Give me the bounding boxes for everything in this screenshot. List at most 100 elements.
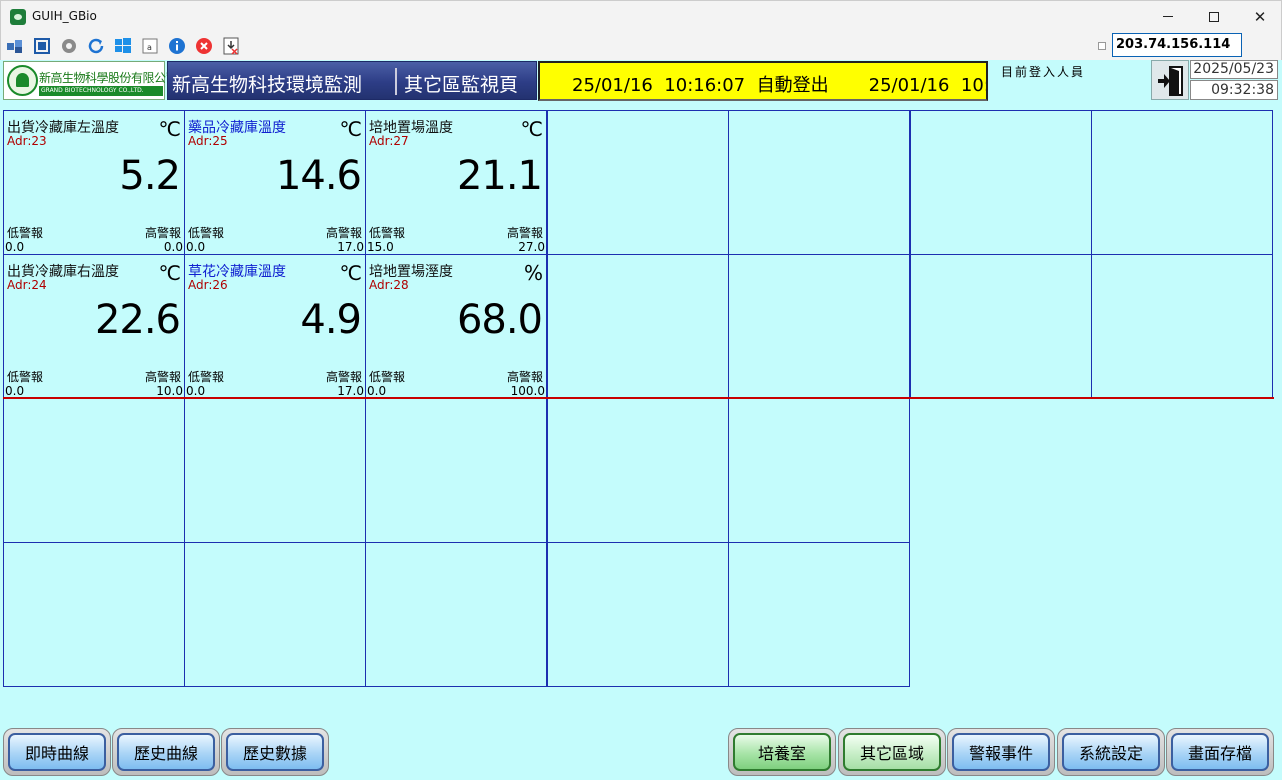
section-divider xyxy=(3,397,1274,399)
ip-address-field[interactable]: 203.74.156.114 xyxy=(1112,33,1242,57)
high-alarm-label: 高警報 xyxy=(144,370,181,384)
empty-cell xyxy=(1091,110,1273,255)
sensor-cell: 培地置場溫度 Adr:27 ℃ 21.1 低警報 高警報 15.0 27.0 xyxy=(365,110,547,255)
alarm-events-label: 警報事件 xyxy=(952,733,1050,771)
current-user-label: 目前登入人員 xyxy=(1001,65,1086,79)
sensor-unit: ℃ xyxy=(158,117,181,141)
settings-icon[interactable] xyxy=(60,37,78,55)
window-title: GUIH_GBio xyxy=(32,9,97,23)
history-curve-button[interactable]: 歷史曲線 xyxy=(112,728,220,776)
empty-cell xyxy=(365,398,547,543)
fullscreen-icon[interactable] xyxy=(33,37,51,55)
logo-leaf-icon xyxy=(7,65,38,96)
alarm-events-button[interactable]: 警報事件 xyxy=(947,728,1055,776)
realtime-curve-button[interactable]: 即時曲線 xyxy=(3,728,111,776)
high-alarm-label: 高警報 xyxy=(506,226,543,240)
empty-cell xyxy=(184,542,366,687)
low-alarm-value: 0.0 xyxy=(186,240,206,254)
history-data-label: 歷史數據 xyxy=(226,733,324,771)
low-alarm-value: 0.0 xyxy=(5,384,25,398)
sensor-value: 68.0 xyxy=(456,297,543,343)
high-alarm-value: 17.0 xyxy=(337,240,364,254)
realtime-curve-label: 即時曲線 xyxy=(8,733,106,771)
terminal-icon[interactable]: a xyxy=(141,37,159,55)
high-alarm-label: 高警報 xyxy=(506,370,543,384)
info-icon[interactable] xyxy=(168,37,186,55)
company-name: 新高生物科學股份有限公司 xyxy=(39,71,178,85)
high-alarm-value: 27.0 xyxy=(518,240,545,254)
low-alarm-value: 0.0 xyxy=(5,240,25,254)
empty-cell xyxy=(910,254,1092,399)
high-alarm-value: 100.0 xyxy=(510,384,545,398)
sensor-address: Adr:25 xyxy=(188,134,228,148)
sensor-address: Adr:27 xyxy=(369,134,409,148)
culture-room-button[interactable]: 培養室 xyxy=(728,728,836,776)
logout-door-icon xyxy=(1158,66,1183,96)
sensor-address: Adr:23 xyxy=(7,134,47,148)
empty-cell xyxy=(728,398,910,543)
empty-cell xyxy=(728,542,910,687)
app-icon xyxy=(10,9,26,25)
maximize-icon xyxy=(1209,11,1219,22)
sensor-value: 22.6 xyxy=(94,297,181,343)
low-alarm-label: 低警報 xyxy=(7,226,44,240)
sensor-unit: ℃ xyxy=(339,117,362,141)
other-areas-button[interactable]: 其它區域 xyxy=(838,728,946,776)
history-data-button[interactable]: 歷史數據 xyxy=(221,728,329,776)
sensor-value: 4.9 xyxy=(300,297,362,343)
sensor-unit: ℃ xyxy=(520,117,543,141)
screen-save-label: 畫面存檔 xyxy=(1171,733,1269,771)
maximize-button[interactable] xyxy=(1191,1,1237,32)
windows-icon[interactable] xyxy=(114,37,132,55)
sensor-address: Adr:24 xyxy=(7,278,47,292)
logout-button[interactable] xyxy=(1151,60,1189,100)
system-title: 新高生物科技環境監測 xyxy=(172,74,363,96)
sensor-address: Adr:28 xyxy=(369,278,409,292)
other-areas-label: 其它區域 xyxy=(843,733,941,771)
empty-cell xyxy=(547,110,729,255)
screen-save-button[interactable]: 畫面存檔 xyxy=(1166,728,1274,776)
svg-text:a: a xyxy=(147,43,152,52)
empty-cell xyxy=(910,110,1092,255)
sensor-cell: 培地置場溼度 Adr:28% 68.0 低警報 高警報 0.0 100.0 xyxy=(365,254,547,399)
close-circle-icon[interactable] xyxy=(195,37,213,55)
minimize-button[interactable] xyxy=(1145,1,1191,32)
low-alarm-label: 低警報 xyxy=(188,370,225,384)
page-title: 其它區監視頁 xyxy=(404,74,519,96)
sensor-cell: 藥品冷藏庫溫度 Adr:25 ℃ 14.6 低警報 高警報 0.0 17.0 xyxy=(184,110,366,255)
sensor-cell: 草花冷藏庫溫度 Adr:26 ℃ 4.9 低警報 高警報 0.0 17.0 xyxy=(184,254,366,399)
empty-cell xyxy=(184,398,366,543)
system-settings-label: 系統設定 xyxy=(1062,733,1160,771)
low-alarm-label: 低警報 xyxy=(188,226,225,240)
status-marquee: 25/01/16 10:16:07 自動登出 25/01/16 10:1 xyxy=(538,61,988,101)
refresh-icon[interactable] xyxy=(87,37,105,55)
low-alarm-value: 0.0 xyxy=(186,384,206,398)
history-curve-label: 歷史曲線 xyxy=(117,733,215,771)
current-date: 2025/05/23 xyxy=(1190,60,1278,79)
minimize-icon xyxy=(1163,16,1173,17)
high-alarm-label: 高警報 xyxy=(325,370,362,384)
current-time: 09:32:38 xyxy=(1190,80,1278,100)
title-banner: 新高生物科技環境監測 其它區監視頁 xyxy=(167,61,537,100)
company-name-en: GRAND BIOTECHNOLOGY CO.,LTD. xyxy=(39,86,163,96)
sensor-unit: ℃ xyxy=(339,261,362,285)
download-icon[interactable] xyxy=(222,37,240,55)
low-alarm-label: 低警報 xyxy=(369,226,406,240)
system-settings-button[interactable]: 系統設定 xyxy=(1057,728,1165,776)
empty-cell xyxy=(365,542,547,687)
module-icon[interactable] xyxy=(6,37,24,55)
close-icon: ✕ xyxy=(1253,7,1267,26)
banner-divider xyxy=(395,68,397,95)
high-alarm-value: 10.0 xyxy=(156,384,183,398)
sensor-cell: 出貨冷藏庫左溫度 Adr:23 ℃ 5.2 低警報 高警報 0.0 0.0 xyxy=(3,110,185,255)
empty-cell xyxy=(547,542,729,687)
empty-cell xyxy=(3,542,185,687)
sensor-value: 5.2 xyxy=(119,153,181,199)
empty-cell xyxy=(1091,254,1273,399)
low-alarm-label: 低警報 xyxy=(7,370,44,384)
sensor-unit: % xyxy=(523,261,543,285)
low-alarm-value: 15.0 xyxy=(367,240,394,254)
window-titlebar: GUIH_GBio ✕ xyxy=(0,0,1282,32)
empty-cell xyxy=(3,398,185,543)
close-window-button[interactable]: ✕ xyxy=(1237,1,1282,32)
